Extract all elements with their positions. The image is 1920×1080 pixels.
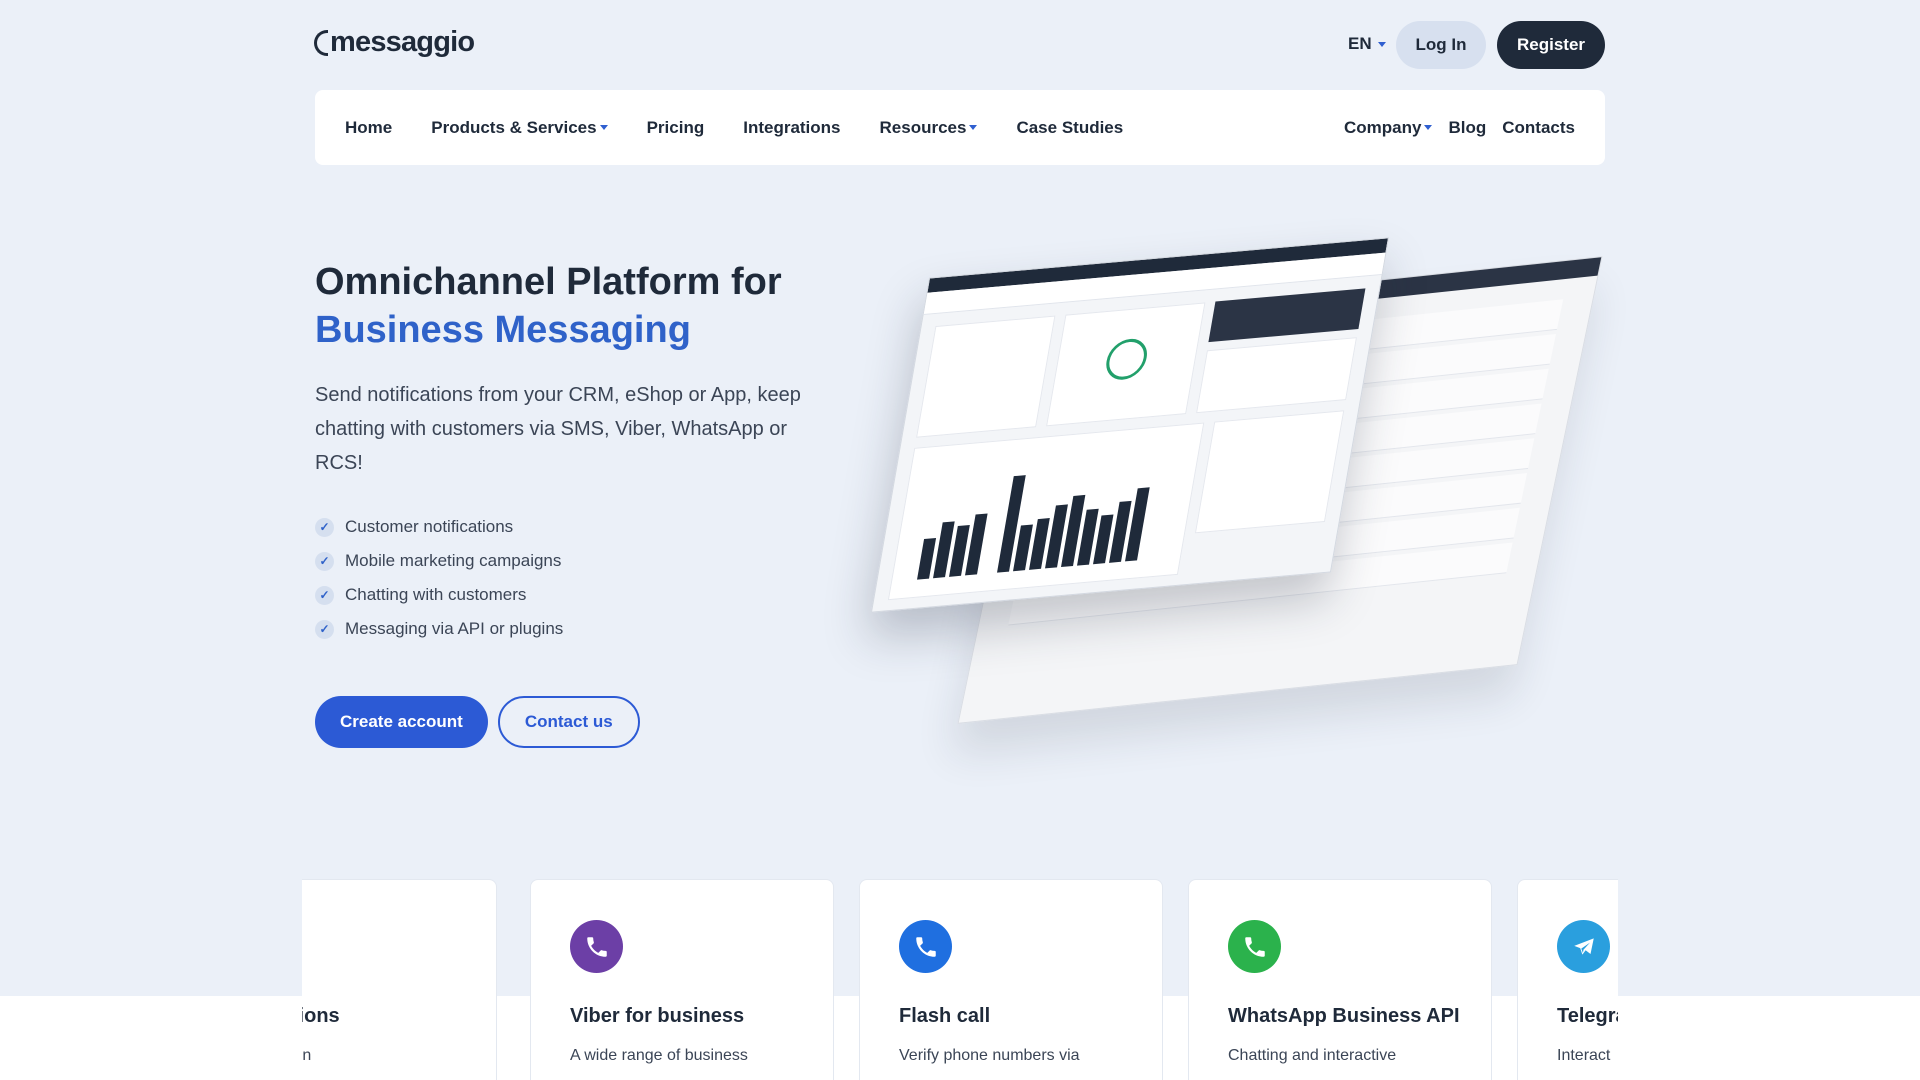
hero-lead: Send notifications from your CRM, eShop …: [315, 384, 801, 474]
logo-mark-icon: [314, 29, 328, 56]
nav-right: Company Blog Contacts: [1344, 118, 1575, 138]
list-item: ✓ Chatting with customers: [315, 578, 835, 612]
actions-panel: [1196, 337, 1357, 414]
whatsapp-icon: [1228, 920, 1281, 973]
nav-item-blog[interactable]: Blog: [1448, 118, 1486, 138]
telegram-icon: [1557, 920, 1610, 973]
card-desc: Verify phone numbers via: [899, 1047, 1080, 1064]
card-desc: st common: [302, 1047, 312, 1064]
chevron-down-icon: [1424, 125, 1433, 130]
viber-icon: [570, 920, 623, 973]
card-flash-call[interactable]: Flash call Verify phone numbers via: [859, 879, 1163, 1080]
card-title: otifications: [302, 1005, 340, 1027]
nav-item-label: Home: [345, 117, 393, 137]
contact-us-button[interactable]: Contact us: [497, 696, 640, 748]
chart-bar: [1125, 487, 1150, 562]
feature-list: ✓ Customer notifications ✓ Mobile marketin…: [315, 510, 835, 646]
language-selector[interactable]: EN: [1348, 34, 1386, 54]
hero-section: Omnichannel Platform for Business Messag…: [315, 258, 835, 748]
profile-panel: [916, 315, 1056, 438]
feature-label: Messaging via API or plugins: [345, 619, 564, 638]
card-title: Telegra: [1557, 1005, 1618, 1027]
nav-item-case-studies[interactable]: Case Studies: [1016, 118, 1123, 138]
card-viber[interactable]: Viber for business A wide range of busin…: [530, 879, 834, 1080]
list-item: ✓ Messaging via API or plugins: [315, 612, 835, 646]
card-title: Viber for business: [570, 1005, 745, 1027]
phone-icon: [899, 920, 952, 973]
dashboard-illustration: [870, 237, 1610, 750]
nav-item-label: Case Studies: [1016, 117, 1124, 137]
hero-ctas: Create account Contact us: [315, 696, 835, 748]
check-icon: ✓: [315, 551, 334, 571]
check-icon: ✓: [315, 517, 334, 537]
nav-item-label: Company: [1344, 117, 1422, 137]
list-item: ✓ Customer notifications: [315, 510, 835, 544]
nav-item-company[interactable]: Company: [1344, 117, 1433, 138]
balance-panel: [1208, 288, 1366, 343]
nav-item-label: Products & Services: [431, 117, 597, 137]
check-icon: ✓: [315, 619, 334, 639]
nav-item-home[interactable]: Home: [345, 118, 392, 138]
hero-title-accent: Business Messaging: [315, 309, 691, 351]
main-nav: Home Products & Services Pricing Integra…: [315, 90, 1605, 165]
card-desc: A wide range of business: [570, 1047, 748, 1064]
card-desc: Interact: [1557, 1047, 1611, 1064]
card-notifications[interactable]: otifications st common: [302, 879, 497, 1080]
dashboard-window-front: [870, 237, 1390, 613]
nav-item-pricing[interactable]: Pricing: [647, 118, 705, 138]
messaggio-logo[interactable]: messaggio: [314, 26, 475, 59]
nav-item-products-services[interactable]: Products & Services: [431, 117, 608, 138]
nav-item-label: Blog: [1448, 117, 1487, 137]
language-label: EN: [1348, 34, 1372, 53]
nav-item-label: Integrations: [743, 117, 841, 137]
logo-text: messaggio: [330, 26, 475, 58]
chart-bar: [965, 513, 988, 576]
chevron-down-icon: [969, 125, 978, 130]
list-item: ✓ Mobile marketing campaigns: [315, 544, 835, 578]
chevron-down-icon: [599, 125, 608, 130]
nav-item-integrations[interactable]: Integrations: [743, 118, 840, 138]
card-telegram[interactable]: Telegra Interact: [1517, 879, 1618, 1080]
chevron-down-icon: [1377, 41, 1386, 47]
card-title: Flash call: [899, 1005, 991, 1027]
nav-item-contacts[interactable]: Contacts: [1502, 118, 1575, 138]
nav-item-label: Pricing: [646, 117, 705, 137]
nav-item-label: Resources: [879, 117, 967, 137]
check-icon: ✓: [315, 585, 334, 605]
feature-label: Mobile marketing campaigns: [345, 551, 562, 570]
nav-left: Home Products & Services Pricing Integra…: [345, 118, 1344, 138]
feature-label: Customer notifications: [345, 517, 514, 536]
card-title: WhatsApp Business API: [1228, 1005, 1460, 1027]
register-button[interactable]: Register: [1497, 21, 1605, 69]
service-cards: otifications st common Viber for busines…: [302, 879, 1618, 1080]
nav-item-resources[interactable]: Resources: [880, 118, 978, 138]
login-button[interactable]: Log In: [1396, 21, 1486, 69]
create-account-button[interactable]: Create account: [315, 696, 488, 748]
card-whatsapp[interactable]: WhatsApp Business API Chatting and inter…: [1188, 879, 1492, 1080]
help-panel: [1194, 410, 1345, 534]
nav-item-label: Contacts: [1502, 117, 1575, 137]
feature-label: Chatting with customers: [345, 585, 527, 604]
card-desc: Chatting and interactive: [1228, 1047, 1397, 1064]
hero-title: Omnichannel Platform for: [315, 261, 782, 303]
